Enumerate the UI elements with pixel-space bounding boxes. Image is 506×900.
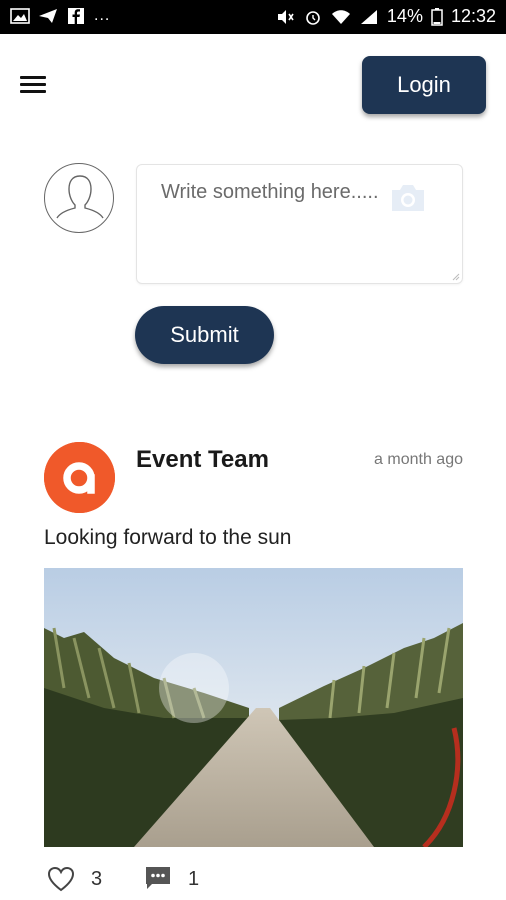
status-bar: ... 14% 12:32 [0,0,506,34]
status-overflow: ... [94,7,111,24]
resize-grip-icon[interactable] [452,273,460,281]
image-icon [10,8,30,24]
post-text-input[interactable] [161,179,381,259]
battery-icon [431,7,443,26]
status-time: 12:32 [450,6,496,26]
alarm-icon [306,10,320,25]
post-body-text: Looking forward to the sun [44,526,292,549]
brand-logo-icon [44,442,115,513]
menu-line [20,90,46,93]
login-button[interactable]: Login [362,56,486,114]
send-icon [39,9,57,23]
post-author[interactable]: Event Team [136,446,269,474]
heart-outline-icon[interactable] [46,864,76,894]
like-count: 3 [91,868,103,890]
author-avatar[interactable] [44,442,115,513]
menu-line [20,76,46,79]
signal-icon [360,9,377,24]
cornfield-road-photo [44,568,463,847]
mute-icon [277,9,294,24]
facebook-icon [68,8,84,24]
camera-icon[interactable] [389,183,427,213]
post-timestamp: a month ago [374,451,463,468]
comment-count: 1 [188,868,200,890]
post-composer [136,164,463,284]
comment-bubble-icon[interactable] [144,864,172,892]
menu-line [20,83,46,86]
post-image[interactable] [44,568,463,847]
submit-button[interactable]: Submit [135,306,274,364]
status-bar-left: ... [10,7,110,25]
wifi-icon [331,9,350,24]
status-bar-right: 14% 12:32 [275,6,496,27]
user-silhouette-icon [56,175,104,219]
battery-percent: 14% [386,6,423,26]
hamburger-menu-icon[interactable] [20,74,48,96]
user-avatar-placeholder [44,163,114,233]
